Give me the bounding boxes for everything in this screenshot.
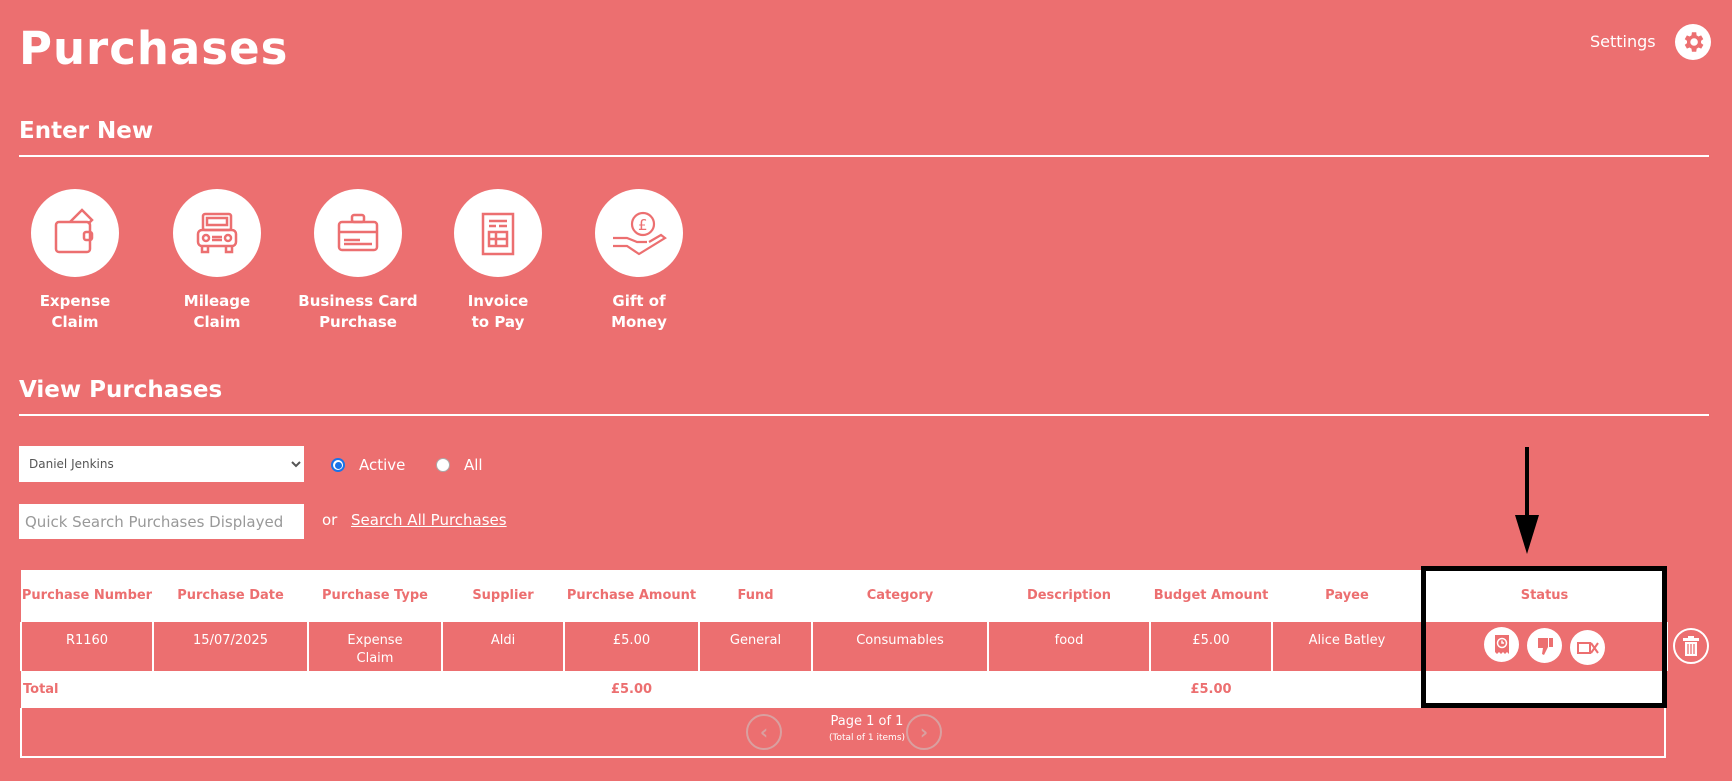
arrow-down-icon — [1515, 447, 1539, 554]
column-header[interactable]: Purchase Number — [21, 570, 153, 622]
chevron-right-icon[interactable]: › — [906, 714, 942, 750]
divider — [19, 414, 1709, 416]
invoice-icon — [454, 189, 542, 277]
cell-amount: £5.00 — [563, 622, 700, 671]
cell-budget: £5.00 — [1149, 622, 1273, 671]
svg-text:£: £ — [638, 216, 648, 234]
radio-label: All — [464, 456, 483, 474]
radio-all[interactable]: All — [436, 456, 483, 474]
settings-link[interactable]: Settings — [1590, 32, 1656, 51]
cell-payee: Alice Batley — [1271, 622, 1423, 671]
column-header[interactable]: Supplier — [442, 570, 564, 622]
divider — [19, 155, 1709, 157]
or-text: or — [322, 511, 338, 529]
wallet-icon — [31, 189, 119, 277]
column-header[interactable]: Payee — [1272, 570, 1422, 622]
radio-button[interactable] — [331, 458, 345, 472]
radio-active[interactable]: Active — [331, 456, 405, 474]
page-title: Purchases — [19, 22, 289, 75]
trash-icon[interactable] — [1673, 628, 1709, 664]
column-header[interactable]: Purchase Type — [308, 570, 442, 622]
cell-date: 15/07/2025 — [152, 622, 309, 671]
tile-label: Gift of — [612, 292, 666, 310]
cell-category: Consumables — [811, 622, 989, 671]
tile-label: Claim — [51, 313, 99, 331]
total-amount: £5.00 — [564, 671, 699, 708]
car-icon — [173, 189, 261, 277]
user-select[interactable]: Daniel Jenkins — [19, 446, 304, 482]
cell-fund: General — [698, 622, 813, 671]
view-purchases-heading: View Purchases — [19, 377, 223, 403]
total-budget: £5.00 — [1150, 671, 1272, 708]
search-all-purchases-link[interactable]: Search All Purchases — [351, 511, 507, 529]
tile-label: Business Card — [298, 292, 418, 310]
gift-of-money-button[interactable]: £ Gift of Money — [574, 189, 704, 333]
tile-label: Money — [611, 313, 667, 331]
expense-claim-button[interactable]: Expense Claim — [10, 189, 140, 333]
column-header[interactable]: Budget Amount — [1150, 570, 1272, 622]
column-header[interactable]: Purchase Amount — [564, 570, 699, 622]
invoice-to-pay-button[interactable]: Invoice to Pay — [433, 189, 563, 333]
column-header[interactable]: Fund — [699, 570, 812, 622]
status-highlight-box — [1421, 566, 1667, 708]
quick-search-input[interactable] — [19, 504, 304, 539]
cell-number: R1160 — [20, 622, 154, 671]
pagination: ‹ Page 1 of 1 (Total of 1 items) › — [20, 708, 1666, 758]
radio-label: Active — [359, 456, 406, 474]
column-header[interactable]: Category — [812, 570, 988, 622]
total-label: Total — [21, 671, 153, 708]
business-card-purchase-button[interactable]: Business Card Purchase — [293, 189, 423, 333]
radio-button[interactable] — [436, 458, 450, 472]
gear-icon[interactable] — [1675, 24, 1711, 60]
column-header[interactable]: Description — [988, 570, 1150, 622]
tile-label: Purchase — [319, 313, 397, 331]
tile-label: Claim — [193, 313, 241, 331]
tile-label: Expense — [39, 292, 111, 310]
cell-type: Expense Claim — [307, 622, 443, 671]
enter-new-heading: Enter New — [19, 118, 154, 144]
briefcase-card-icon — [314, 189, 402, 277]
tile-label: Invoice — [467, 292, 529, 310]
chevron-left-icon[interactable]: ‹ — [746, 714, 782, 750]
mileage-claim-button[interactable]: Mileage Claim — [152, 189, 282, 333]
cell-description: food — [987, 622, 1151, 671]
tile-label: to Pay — [471, 313, 525, 331]
hand-coin-icon: £ — [595, 189, 683, 277]
tile-label: Mileage — [183, 292, 251, 310]
cell-supplier: Aldi — [441, 622, 565, 671]
page-indicator: Page 1 of 1 — [830, 714, 904, 729]
column-header[interactable]: Purchase Date — [153, 570, 308, 622]
